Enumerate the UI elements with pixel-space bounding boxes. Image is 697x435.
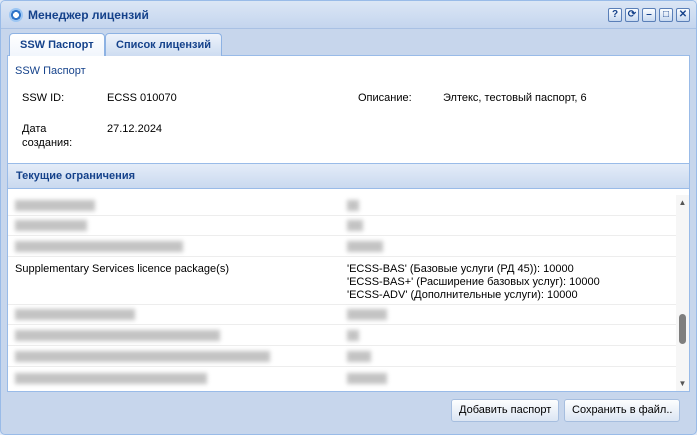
package-value-line: 'ECSS-BAS+' (Расширение базовых услуг): … — [347, 276, 600, 288]
table-row — [8, 346, 676, 367]
redacted-cell — [15, 220, 87, 231]
table-row — [8, 236, 676, 257]
table-row — [8, 325, 676, 346]
ssw-id-value: ECSS 010070 — [107, 92, 177, 104]
redacted-cell — [347, 200, 359, 211]
maximize-icon[interactable]: □ — [659, 8, 673, 22]
table-row — [8, 216, 676, 236]
redacted-cell — [347, 220, 363, 231]
minimize-icon[interactable]: – — [642, 8, 656, 22]
redacted-cell — [15, 309, 135, 320]
limits-scrollbar[interactable]: ▲ ▼ — [676, 195, 689, 391]
created-value: 27.12.2024 — [107, 123, 163, 135]
redacted-cell — [347, 241, 383, 252]
tab-license-list[interactable]: Список лицензий — [105, 33, 223, 56]
package-name: Supplementary Services licence package(s… — [15, 263, 229, 275]
package-value-line: 'ECSS-BAS' (Базовые услуги (РД 45)): 100… — [347, 263, 574, 275]
passport-heading: SSW Паспорт — [15, 65, 86, 77]
limits-grid[interactable]: Supplementary Services licence package(s… — [8, 195, 676, 391]
redacted-cell — [15, 330, 220, 341]
package-value-line: 'ECSS-ADV' (Дополнительные услуги): 1000… — [347, 289, 578, 301]
limits-header: Текущие ограничения — [8, 163, 689, 189]
redacted-cell — [15, 373, 207, 384]
table-row — [8, 367, 676, 391]
scroll-up-icon[interactable]: ▲ — [678, 198, 687, 207]
license-manager-window: Менеджер лицензий ? ⟳ – □ ✕ SSW Паспорт … — [0, 0, 697, 435]
window-title: Менеджер лицензий — [28, 8, 149, 22]
redacted-cell — [15, 241, 183, 252]
redacted-cell — [15, 200, 95, 211]
description-label: Описание: — [358, 92, 412, 104]
package-values: 'ECSS-BAS' (Базовые услуги (РД 45)): 100… — [347, 263, 600, 302]
created-label-line2: создания: — [22, 137, 73, 149]
description-value: Элтекс, тестовый паспорт, 6 — [443, 92, 587, 104]
scroll-down-icon[interactable]: ▼ — [678, 379, 687, 388]
app-icon — [9, 8, 23, 22]
table-row: Supplementary Services licence package(s… — [8, 257, 676, 305]
add-passport-button[interactable]: Добавить паспорт — [451, 399, 560, 422]
passport-panel: SSW Паспорт SSW ID: ECSS 010070 Описание… — [7, 56, 690, 392]
redacted-cell — [347, 351, 371, 362]
titlebar[interactable]: Менеджер лицензий ? ⟳ – □ ✕ — [1, 1, 696, 29]
redacted-cell — [15, 351, 270, 362]
scroll-thumb[interactable] — [679, 314, 686, 344]
table-row — [8, 305, 676, 325]
created-label-line1: Дата — [22, 123, 47, 135]
tab-ssw-passport[interactable]: SSW Паспорт — [9, 33, 105, 57]
tab-bar: SSW Паспорт Список лицензий — [7, 31, 690, 57]
redacted-cell — [347, 330, 359, 341]
refresh-icon[interactable]: ⟳ — [625, 8, 639, 22]
close-icon[interactable]: ✕ — [676, 8, 690, 22]
help-icon[interactable]: ? — [608, 8, 622, 22]
redacted-cell — [347, 309, 387, 320]
ssw-id-label: SSW ID: — [22, 92, 65, 104]
save-to-file-button[interactable]: Сохранить в файл.. — [564, 399, 681, 422]
table-row — [8, 195, 676, 216]
redacted-cell — [347, 373, 387, 384]
limits-header-label: Текущие ограничения — [16, 170, 136, 182]
